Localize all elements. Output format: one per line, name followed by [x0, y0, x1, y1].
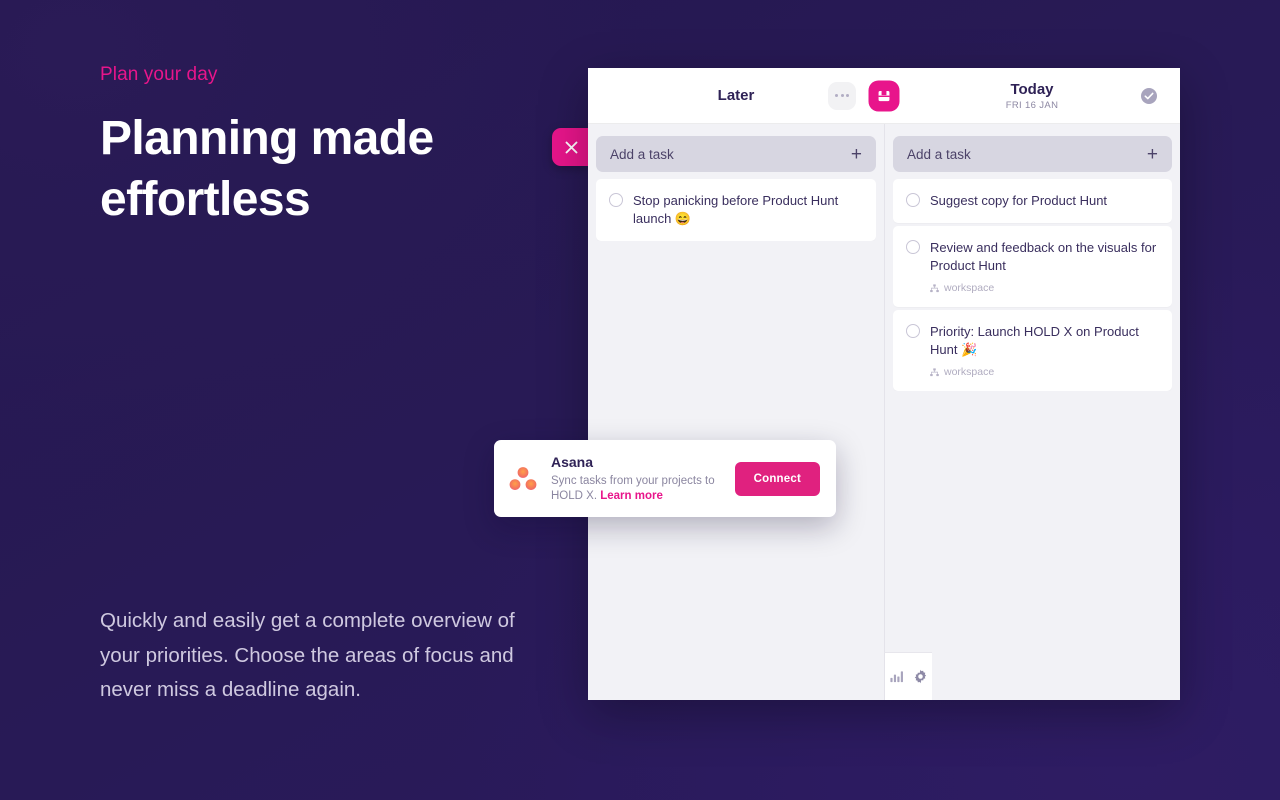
task-content: Priority: Launch HOLD X on Product Hunt … [930, 323, 1158, 378]
more-options-button[interactable] [828, 81, 856, 110]
column-later: Add a task + Stop panicking before Produ… [588, 124, 884, 652]
workspace-label: workspace [944, 282, 995, 294]
task-title: Priority: Launch HOLD X on Product Hunt … [930, 324, 1139, 357]
learn-more-link[interactable]: Learn more [600, 490, 663, 502]
task-list-today: Suggest copy for Product Hunt Review and… [893, 179, 1172, 391]
add-task-label: Add a task [907, 146, 971, 162]
check-circle-icon [1141, 87, 1157, 104]
task-content: Review and feedback on the visuals for P… [930, 239, 1158, 294]
header-column-today: Today FRI 16 JAN [884, 68, 1180, 123]
eyebrow-text: Plan your day [100, 64, 218, 85]
inbox-button[interactable] [868, 80, 900, 111]
task-workspace-tag: workspace [930, 366, 1158, 378]
ellipsis-icon [835, 94, 838, 97]
app-panel: Later Today FRI 16 JAN Add a task + Stop… [588, 68, 1180, 700]
panel-body: Add a task + Stop panicking before Produ… [588, 124, 1180, 652]
plus-icon[interactable]: + [1147, 145, 1158, 164]
toast-text: Asana Sync tasks from your projects to H… [551, 454, 722, 504]
bar-chart-icon [890, 671, 904, 683]
task-row[interactable]: Stop panicking before Product Hunt launc… [596, 179, 876, 241]
task-row[interactable]: Priority: Launch HOLD X on Product Hunt … [893, 310, 1172, 391]
panel-footer [884, 652, 932, 700]
task-title: Suggest copy for Product Hunt [930, 193, 1108, 208]
gear-icon [914, 669, 926, 684]
workspace-icon [930, 367, 939, 376]
today-date-label: FRI 16 JAN [1005, 99, 1059, 111]
plus-icon[interactable]: + [851, 145, 862, 164]
add-task-input-today[interactable]: Add a task + [893, 136, 1172, 172]
close-icon [565, 141, 578, 154]
ellipsis-icon [846, 94, 849, 97]
task-content: Stop panicking before Product Hunt launc… [633, 192, 862, 228]
task-workspace-tag: workspace [930, 282, 1158, 294]
close-button[interactable] [552, 128, 590, 166]
marketing-body-text: Quickly and easily get a complete overvi… [100, 609, 515, 701]
stats-button[interactable] [885, 653, 909, 700]
marketing-copy: Plan your day Planning made effortless [100, 64, 570, 230]
task-checkbox[interactable] [906, 240, 920, 254]
connect-button[interactable]: Connect [734, 461, 820, 496]
header-column-later: Later [588, 68, 884, 123]
workspace-icon [930, 283, 939, 292]
task-list-later: Stop panicking before Product Hunt launc… [596, 179, 876, 241]
task-row[interactable]: Review and feedback on the visuals for P… [893, 226, 1172, 307]
toast-description: Sync tasks from your projects to HOLD X.… [551, 474, 722, 504]
add-task-label: Add a task [610, 146, 674, 162]
asana-logo-icon [508, 465, 538, 493]
today-column-title: Today [1010, 80, 1054, 98]
later-column-title: Later [717, 87, 755, 104]
workspace-label: workspace [944, 366, 995, 378]
task-checkbox[interactable] [609, 193, 623, 207]
asana-integration-toast: Asana Sync tasks from your projects to H… [494, 440, 836, 517]
task-checkbox[interactable] [906, 193, 920, 207]
footer-spacer [588, 652, 884, 700]
task-title: Review and feedback on the visuals for P… [930, 240, 1157, 273]
inbox-icon [878, 90, 890, 101]
page-title: Planning made effortless [100, 112, 434, 226]
panel-header: Later Today FRI 16 JAN [588, 68, 1180, 124]
task-content: Suggest copy for Product Hunt [930, 192, 1158, 210]
add-task-input-later[interactable]: Add a task + [596, 136, 876, 172]
settings-button[interactable] [909, 653, 933, 700]
toast-title: Asana [551, 453, 594, 470]
task-title: Stop panicking before Product Hunt launc… [633, 193, 839, 226]
panel-footer-wrap [588, 652, 1180, 700]
ellipsis-icon [840, 94, 844, 97]
task-checkbox[interactable] [906, 324, 920, 338]
column-today: Add a task + Suggest copy for Product Hu… [884, 124, 1180, 652]
task-row[interactable]: Suggest copy for Product Hunt [893, 179, 1172, 223]
completed-tasks-button[interactable] [1140, 87, 1158, 105]
